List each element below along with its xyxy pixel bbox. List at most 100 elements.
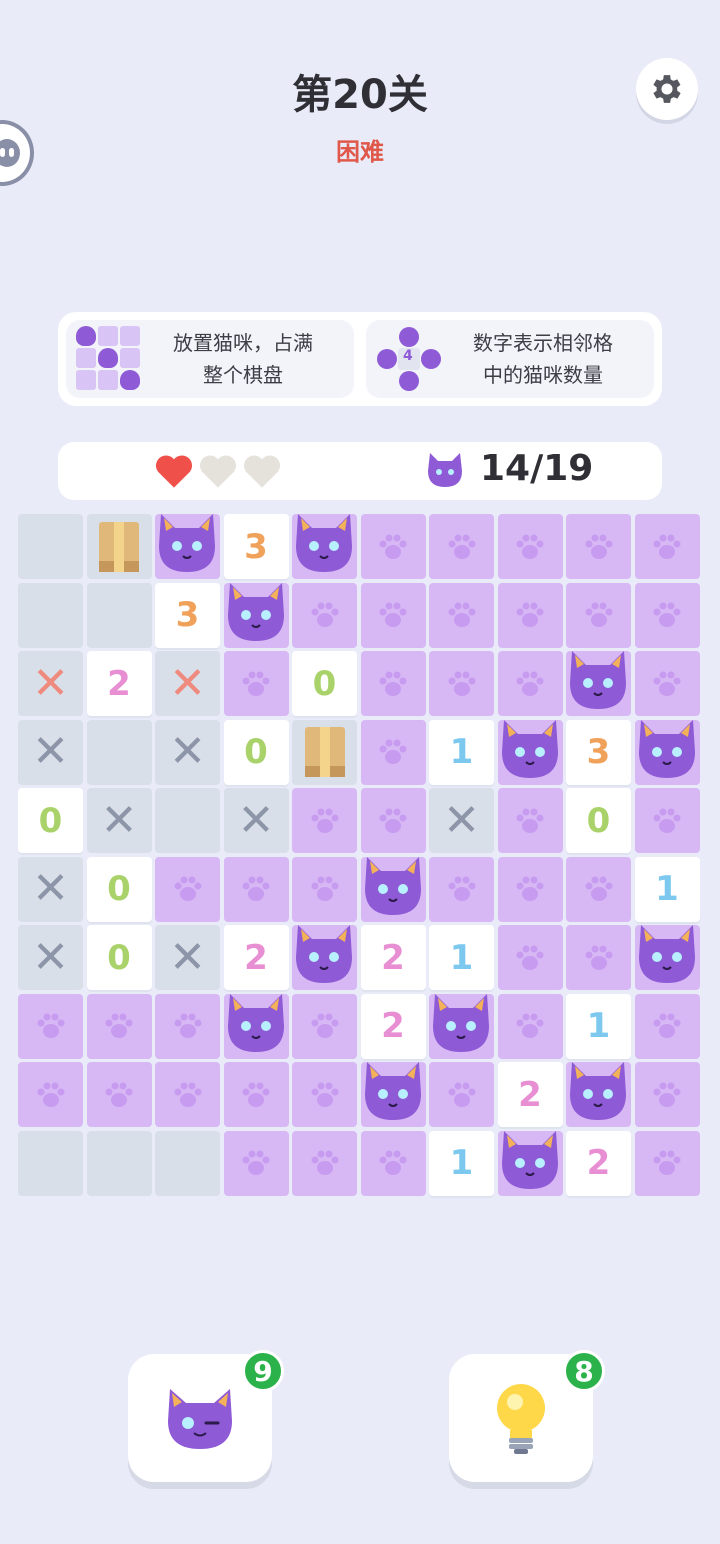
board-cell-paw[interactable] xyxy=(429,582,494,648)
board-cell-number[interactable]: 2 xyxy=(566,1130,631,1196)
board-cell-number[interactable]: 2 xyxy=(360,993,426,1059)
board-cell-number[interactable]: 0 xyxy=(566,788,631,853)
board-cell-paw[interactable] xyxy=(292,1130,357,1196)
board-cell-empty[interactable] xyxy=(18,1130,83,1196)
board-cell-paw[interactable] xyxy=(497,514,563,579)
board-cell-paw[interactable] xyxy=(497,856,563,922)
board-cell-number[interactable]: 1 xyxy=(566,993,631,1059)
board-cell-paw[interactable] xyxy=(634,651,700,716)
board-cell-paw[interactable] xyxy=(223,1062,289,1127)
board-cell-cross[interactable]: ✕ xyxy=(86,788,152,853)
board-cell-number[interactable]: 0 xyxy=(292,651,357,716)
board-cell-paw[interactable] xyxy=(634,1062,700,1127)
board-cell-paw[interactable] xyxy=(429,856,494,922)
board-cell-paw[interactable] xyxy=(292,1062,357,1127)
board-cell-paw[interactable] xyxy=(360,1130,426,1196)
board-cell-paw[interactable] xyxy=(292,788,357,853)
board-cell-paw[interactable] xyxy=(634,788,700,853)
board-cell-number[interactable]: 3 xyxy=(566,719,631,785)
board-cell-cross[interactable]: ✕ xyxy=(155,719,220,785)
board-cell-paw[interactable] xyxy=(566,514,631,579)
board-cell-paw[interactable] xyxy=(566,582,631,648)
board-cell-paw[interactable] xyxy=(292,856,357,922)
board-cell-number[interactable]: 2 xyxy=(86,651,152,716)
board-cell-number[interactable]: 0 xyxy=(223,719,289,785)
board-cell-paw[interactable] xyxy=(292,582,357,648)
board-cell-paw[interactable] xyxy=(223,651,289,716)
board-cell-empty[interactable] xyxy=(155,1130,220,1196)
board-cell-empty[interactable] xyxy=(86,582,152,648)
board-cell-box[interactable] xyxy=(86,514,152,579)
board-cell-paw[interactable] xyxy=(634,1130,700,1196)
board-cell-cross[interactable]: ✕ xyxy=(429,788,494,853)
board-cell-cat[interactable] xyxy=(155,514,220,579)
board-cell-number[interactable]: 2 xyxy=(497,1062,563,1127)
board-cell-cat[interactable] xyxy=(223,582,289,648)
board-cell-paw[interactable] xyxy=(566,856,631,922)
board-cell-paw[interactable] xyxy=(497,925,563,990)
board-cell-cross[interactable]: ✕ xyxy=(18,925,83,990)
board-cell-number[interactable]: 2 xyxy=(223,925,289,990)
board-cell-cross[interactable]: ✕ xyxy=(18,651,83,716)
board-cell-number[interactable]: 3 xyxy=(223,514,289,579)
board-cell-paw[interactable] xyxy=(155,856,220,922)
board-cell-paw[interactable] xyxy=(497,582,563,648)
board-cell-paw[interactable] xyxy=(155,1062,220,1127)
board-cell-cat[interactable] xyxy=(497,1130,563,1196)
board-cell-paw[interactable] xyxy=(360,514,426,579)
board-cell-number[interactable]: 2 xyxy=(360,925,426,990)
board-cell-paw[interactable] xyxy=(223,1130,289,1196)
board-cell-empty[interactable] xyxy=(18,514,83,579)
board-cell-paw[interactable] xyxy=(497,993,563,1059)
board-cell-cat[interactable] xyxy=(634,925,700,990)
board-cell-box[interactable] xyxy=(292,719,357,785)
board-cell-paw[interactable] xyxy=(634,514,700,579)
side-avatar-button[interactable] xyxy=(0,120,34,186)
board-cell-paw[interactable] xyxy=(18,1062,83,1127)
board-cell-paw[interactable] xyxy=(634,993,700,1059)
board-cell-paw[interactable] xyxy=(429,651,494,716)
hint-button[interactable]: 8 xyxy=(449,1350,605,1482)
board-cell-paw[interactable] xyxy=(497,651,563,716)
board-cell-cross[interactable]: ✕ xyxy=(18,856,83,922)
board-cell-cross[interactable]: ✕ xyxy=(155,925,220,990)
board-cell-cat[interactable] xyxy=(360,856,426,922)
board-cell-empty[interactable] xyxy=(155,788,220,853)
board-cell-cat[interactable] xyxy=(292,514,357,579)
board-cell-paw[interactable] xyxy=(566,925,631,990)
board-cell-cat[interactable] xyxy=(292,925,357,990)
board-cell-number[interactable]: 0 xyxy=(18,788,83,853)
board-cell-empty[interactable] xyxy=(86,1130,152,1196)
board-cell-paw[interactable] xyxy=(360,788,426,853)
board-cell-paw[interactable] xyxy=(360,719,426,785)
board-cell-empty[interactable] xyxy=(18,582,83,648)
board-cell-paw[interactable] xyxy=(18,993,83,1059)
board-cell-number[interactable]: 3 xyxy=(155,582,220,648)
board-cell-number[interactable]: 0 xyxy=(86,925,152,990)
board-cell-cat[interactable] xyxy=(360,1062,426,1127)
board-cell-paw[interactable] xyxy=(155,993,220,1059)
board-cell-paw[interactable] xyxy=(86,993,152,1059)
settings-button[interactable] xyxy=(636,58,698,120)
board-cell-number[interactable]: 1 xyxy=(429,925,494,990)
board-cell-cat[interactable] xyxy=(497,719,563,785)
board-cell-paw[interactable] xyxy=(292,993,357,1059)
board-cell-paw[interactable] xyxy=(86,1062,152,1127)
board-cell-empty[interactable] xyxy=(86,719,152,785)
board-cell-paw[interactable] xyxy=(497,788,563,853)
board-cell-cat[interactable] xyxy=(566,1062,631,1127)
place-cat-button[interactable]: 9 xyxy=(128,1350,284,1482)
board-cell-cat[interactable] xyxy=(429,993,494,1059)
board-cell-number[interactable]: 1 xyxy=(634,856,700,922)
board-cell-paw[interactable] xyxy=(360,582,426,648)
board-cell-number[interactable]: 0 xyxy=(86,856,152,922)
board-cell-number[interactable]: 1 xyxy=(429,1130,494,1196)
board-cell-paw[interactable] xyxy=(429,1062,494,1127)
board-cell-cross[interactable]: ✕ xyxy=(18,719,83,785)
board-cell-paw[interactable] xyxy=(634,582,700,648)
board-cell-paw[interactable] xyxy=(223,856,289,922)
board-cell-cat[interactable] xyxy=(634,719,700,785)
board-cell-paw[interactable] xyxy=(360,651,426,716)
board-cell-cat[interactable] xyxy=(566,651,631,716)
board-cell-paw[interactable] xyxy=(429,514,494,579)
